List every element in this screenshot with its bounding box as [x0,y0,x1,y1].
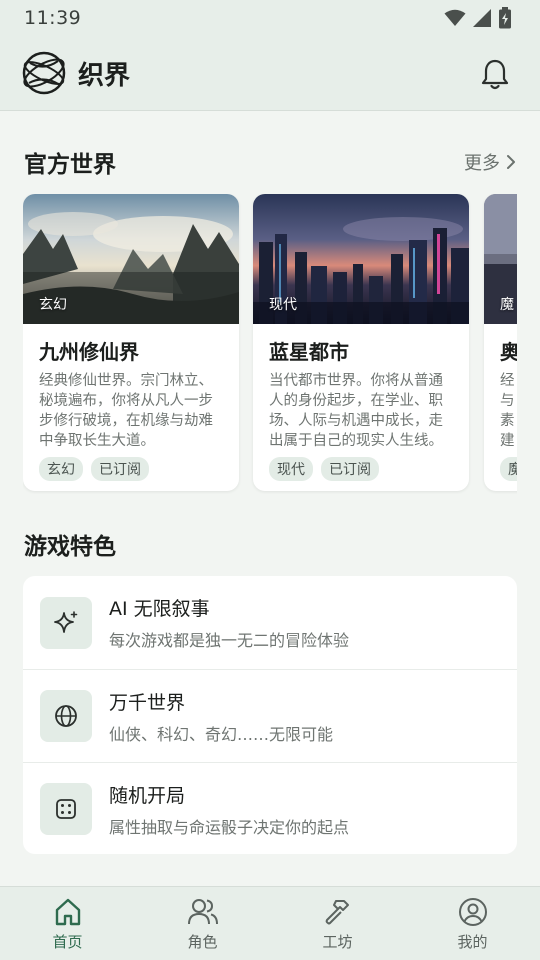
world-card-chips: 现代 已订阅 [269,457,453,481]
hammer-icon [325,900,349,925]
worlds-section-header: 官方世界 更多 [24,145,516,179]
chip-genre: 现代 [269,457,313,481]
world-cards-carousel[interactable]: 玄幻 九州修仙界 经典修仙世界。宗门林立、秘境遍布，你将从凡人一步步修行破境，在… [23,194,517,494]
people-icon [187,899,218,925]
world-card-description: 经典修仙世界。宗门林立、秘境遍布，你将从凡人一步步修行破境，在机缘与劫难中争取长… [39,373,213,449]
world-card-image: 现代 [253,194,469,324]
world-card-tag: 魔 [500,297,514,313]
status-time: 11:39 [24,7,82,29]
home-icon [55,898,80,926]
app-bar: 织界 [0,36,540,111]
nav-item-home[interactable]: 首页 [0,887,135,960]
more-link-label: 更多 [464,153,500,174]
world-card-chips: 玄幻 已订阅 [39,457,223,481]
world-card[interactable]: 魔 奥 经 与 素 建 魔 [484,194,517,491]
world-card-tag: 玄幻 [39,297,67,313]
signal-icon [473,9,491,27]
nav-label: 首页 [52,933,83,951]
world-card[interactable]: 玄幻 九州修仙界 经典修仙世界。宗门林立、秘境遍布，你将从凡人一步步修行破境，在… [23,194,239,491]
feature-subtitle: 仙侠、科幻、奇幻……无限可能 [109,724,334,744]
chip-genre: 玄幻 [39,457,83,481]
feature-item: AI 无限叙事 每次游戏都是独一无二的冒险体验 [23,576,517,669]
features-section-title: 游戏特色 [24,534,116,560]
feature-title: 万千世界 [109,691,186,714]
chevron-right-icon [507,155,515,169]
worlds-section-title: 官方世界 [24,152,116,178]
battery-icon [499,7,511,29]
nav-label: 工坊 [322,933,353,951]
app-title: 织界 [78,60,131,91]
globe-icon [40,690,92,742]
status-icons [444,7,512,29]
feature-subtitle: 属性抽取与命运骰子决定你的起点 [109,817,350,837]
feature-item: 随机开局 属性抽取与命运骰子决定你的起点 [23,762,517,855]
feature-subtitle: 每次游戏都是独一无二的冒险体验 [109,631,350,650]
features-list: AI 无限叙事 每次游戏都是独一无二的冒险体验 万千世界 仙侠、科幻、奇幻……无… [23,576,517,854]
world-card-image: 玄幻 [23,194,239,324]
features-section-header: 游戏特色 [24,527,516,561]
bottom-navigation: 首页 角色 工坊 我的 [0,886,540,960]
wifi-icon [444,9,466,26]
globe-logo-icon[interactable] [20,49,68,97]
chip-genre: 魔 [500,457,517,481]
feature-title: 随机开局 [109,784,186,807]
chip-subscribed: 已订阅 [321,457,379,481]
main-content[interactable]: 官方世界 更多 玄幻 九州修仙界 经典修仙世界。宗门林立、秘境遍布，你将从凡人一… [0,111,540,886]
more-worlds-link[interactable]: 更多 [464,149,516,175]
world-card-chips: 魔 [500,457,517,481]
dice-icon [40,783,92,835]
nav-label: 角色 [187,933,218,951]
nav-item-characters[interactable]: 角色 [135,887,270,960]
world-card-description: 当代都市世界。你将从普通人的身份起步，在学业、职场、人际与机遇中成长，走出属于自… [269,373,443,449]
world-card-image: 魔 [484,194,517,324]
feature-item: 万千世界 仙侠、科幻、奇幻……无限可能 [23,669,517,762]
nav-item-workshop[interactable]: 工坊 [270,887,405,960]
world-card[interactable]: 现代 蓝星都市 当代都市世界。你将从普通人的身份起步，在学业、职场、人际与机遇中… [253,194,469,491]
world-card-description: 经 与 素 建 [500,373,515,449]
bell-icon[interactable] [480,58,510,90]
world-card-name: 蓝星都市 [269,340,349,364]
feature-title: AI 无限叙事 [109,598,210,620]
nav-label: 我的 [457,933,488,951]
account-icon [458,898,487,926]
nav-item-profile[interactable]: 我的 [405,887,540,960]
chip-subscribed: 已订阅 [91,457,149,481]
world-card-tag: 现代 [269,297,297,313]
sparkle-icon [40,596,92,649]
world-card-name: 奥 [500,340,517,364]
status-bar: 11:39 [0,0,540,36]
world-card-name: 九州修仙界 [39,340,139,364]
